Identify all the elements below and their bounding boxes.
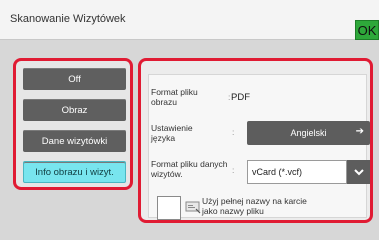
settings-card: Format pliku obrazu : PDF Ustawienie jęz… (148, 74, 370, 220)
jezyk-label: Ustawienie języka (151, 123, 193, 143)
format-obrazu-value: PDF (231, 92, 250, 103)
page-title: Skanowanie Wizytówek (10, 13, 126, 25)
separator: : (232, 127, 235, 137)
title-bar: Skanowanie Wizytówek OK (0, 0, 379, 40)
mode-panel: Off Obraz Dane wizytówki Info obrazu i w… (13, 58, 133, 190)
mode-info-obrazu-button[interactable]: Info obrazu i wizyt. (23, 161, 126, 183)
mode-obraz-button[interactable]: Obraz (23, 99, 126, 121)
ok-button[interactable]: OK (355, 20, 379, 40)
card-icon (185, 199, 201, 215)
mode-dane-wizytowki-button[interactable]: Dane wizytówki (23, 130, 126, 152)
language-value: Angielski (290, 128, 327, 138)
separator: : (232, 165, 235, 175)
format-wizytowki-select[interactable]: vCard (*.vcf) (247, 160, 347, 184)
language-button[interactable]: Angielski ➔ (247, 121, 370, 145)
format-obrazu-label: Format pliku obrazu (151, 87, 198, 107)
screen: Skanowanie Wizytówek OK Off Obraz Dane w… (0, 0, 379, 240)
settings-panel: Format pliku obrazu : PDF Ustawienie jęz… (138, 58, 373, 223)
fullname-label: Użyj pełnej nazwy na karcie jako nazwy p… (202, 196, 307, 216)
chevron-down-icon[interactable] (347, 160, 370, 184)
mode-off-button[interactable]: Off (23, 68, 126, 90)
right-arrow-icon: ➔ (355, 126, 364, 137)
fullname-checkbox[interactable] (157, 196, 181, 220)
format-wizytowki-label: Format pliku danych wizytów. (151, 159, 228, 179)
